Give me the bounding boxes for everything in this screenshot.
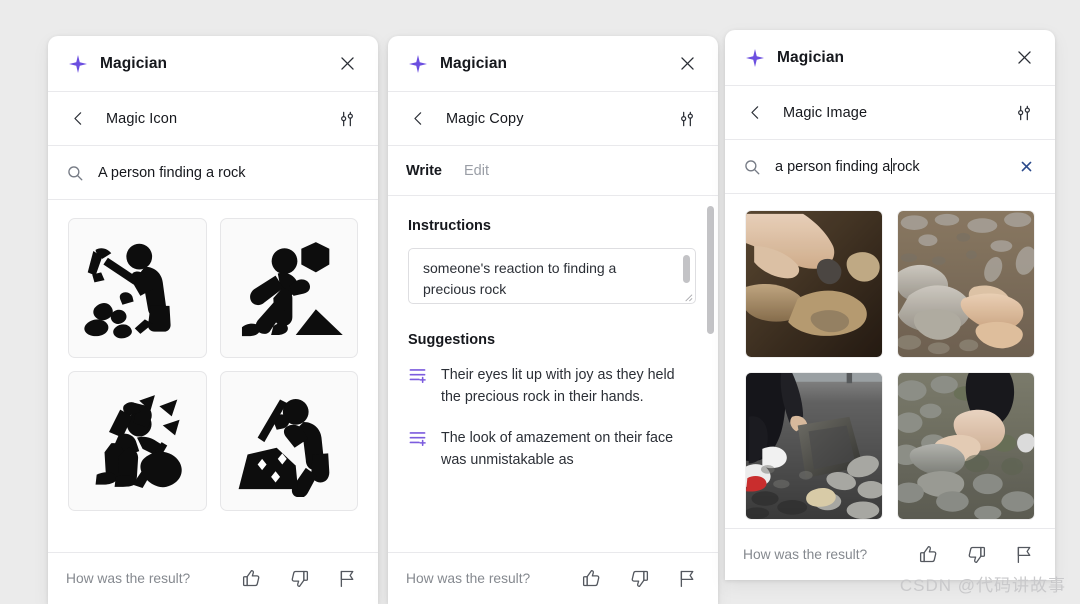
magician-star-icon (68, 54, 88, 74)
suggestion-text: The look of amazement on their face was … (441, 430, 674, 468)
app-title: Magician (440, 54, 508, 72)
app-title: Magician (777, 48, 845, 66)
titlebar: Magician (388, 36, 718, 92)
textarea-resize-handle[interactable] (682, 291, 693, 302)
person-striking-rock-sparks-icon[interactable] (68, 371, 207, 511)
titlebar: Magician (725, 30, 1055, 86)
close-icon[interactable] (674, 51, 700, 77)
image-grid (725, 194, 1055, 520)
search-value-tail: rock (892, 159, 920, 175)
instructions-label: Instructions (408, 218, 491, 234)
mode-tabs: Write Edit (388, 146, 718, 196)
magic-image-panel: Magician Magic Image a person finding ar… (725, 30, 1055, 580)
photo-hand-tan-rocks[interactable] (745, 210, 883, 358)
icon-grid (48, 200, 378, 511)
feedback-icons (917, 544, 1035, 566)
magician-star-icon (408, 54, 428, 74)
image-results-body (725, 194, 1055, 528)
search-input[interactable]: a person finding a rock (775, 158, 920, 175)
suggestions-label: Suggestions (408, 332, 496, 348)
magic-copy-panel: Magician Magic Copy Write Edit Instructi… (388, 36, 718, 604)
magic-icon-panel: Magician Magic Icon A person finding a r… (48, 36, 378, 604)
icon-results-body (48, 200, 378, 552)
thumbs-down-icon[interactable] (628, 568, 650, 590)
instructions-value: someone's reaction to finding a precious… (423, 260, 617, 297)
watermark: CSDN @代码讲故事 (899, 576, 1066, 595)
textarea-scrollbar-thumb[interactable] (683, 255, 690, 283)
thumbs-up-icon[interactable] (580, 568, 602, 590)
close-icon[interactable] (1011, 45, 1037, 71)
instructions-textarea[interactable]: someone's reaction to finding a precious… (408, 248, 696, 304)
thumbs-down-icon[interactable] (965, 544, 987, 566)
thumbs-up-icon[interactable] (240, 568, 262, 590)
search-bar[interactable]: a person finding a rock (725, 140, 1055, 194)
tab-write[interactable]: Write (406, 163, 442, 179)
panel-scrollbar-thumb[interactable] (707, 206, 714, 334)
back-chevron-icon[interactable] (743, 101, 767, 125)
search-icon (743, 158, 761, 176)
photo-person-lifting-dark-rock[interactable] (745, 372, 883, 520)
copy-scroll-content: Instructions someone's reaction to findi… (388, 196, 718, 552)
screenshot-stage: Magician Magic Icon A person finding a r… (0, 0, 1080, 604)
close-icon[interactable] (334, 51, 360, 77)
photo-hand-picking-gray-stone[interactable] (897, 372, 1035, 520)
person-chiseling-gem-rock-icon[interactable] (219, 371, 358, 511)
suggestion-text: Their eyes lit up with joy as they held … (441, 367, 675, 405)
feedback-footer: How was the result? (388, 552, 718, 604)
copy-body: Instructions someone's reaction to findi… (388, 196, 718, 552)
search-input[interactable]: A person finding a rock (98, 165, 246, 181)
insert-text-icon (409, 369, 426, 384)
clear-search-icon[interactable] (1015, 156, 1037, 178)
insert-text-icon (409, 432, 426, 447)
sliders-settings-icon[interactable] (1011, 100, 1037, 126)
titlebar: Magician (48, 36, 378, 92)
app-title: Magician (100, 54, 168, 72)
photo-hand-gray-rock-gravel[interactable] (897, 210, 1035, 358)
feedback-label: How was the result? (406, 571, 531, 586)
nav-title: Magic Image (783, 104, 868, 121)
nav-title: Magic Copy (446, 110, 524, 127)
suggestions-list: Their eyes lit up with joy as they held … (408, 364, 696, 471)
back-chevron-icon[interactable] (66, 107, 90, 131)
magician-star-icon (745, 48, 765, 68)
feedback-footer: How was the result? (48, 552, 378, 604)
search-icon (66, 164, 84, 182)
sliders-settings-icon[interactable] (674, 106, 700, 132)
nav-title: Magic Icon (106, 110, 178, 127)
miner-with-pickaxe-icon[interactable] (68, 218, 207, 358)
feedback-label: How was the result? (66, 571, 191, 586)
navbar: Magic Icon (48, 92, 378, 146)
search-value-head: a person finding a (775, 159, 891, 175)
flag-icon[interactable] (336, 568, 358, 590)
flag-icon[interactable] (1013, 544, 1035, 566)
feedback-icons (240, 568, 358, 590)
flag-icon[interactable] (676, 568, 698, 590)
sliders-settings-icon[interactable] (334, 106, 360, 132)
thumbs-down-icon[interactable] (288, 568, 310, 590)
thumbs-up-icon[interactable] (917, 544, 939, 566)
person-reaching-hex-rock-icon[interactable] (219, 218, 358, 358)
back-chevron-icon[interactable] (406, 107, 430, 131)
feedback-icons (580, 568, 698, 590)
suggestion-item[interactable]: Their eyes lit up with joy as they held … (408, 364, 696, 408)
search-bar[interactable]: A person finding a rock (48, 146, 378, 200)
navbar: Magic Copy (388, 92, 718, 146)
feedback-label: How was the result? (743, 547, 868, 562)
tab-edit[interactable]: Edit (464, 163, 489, 179)
suggestion-item[interactable]: The look of amazement on their face was … (408, 427, 696, 471)
navbar: Magic Image (725, 86, 1055, 140)
